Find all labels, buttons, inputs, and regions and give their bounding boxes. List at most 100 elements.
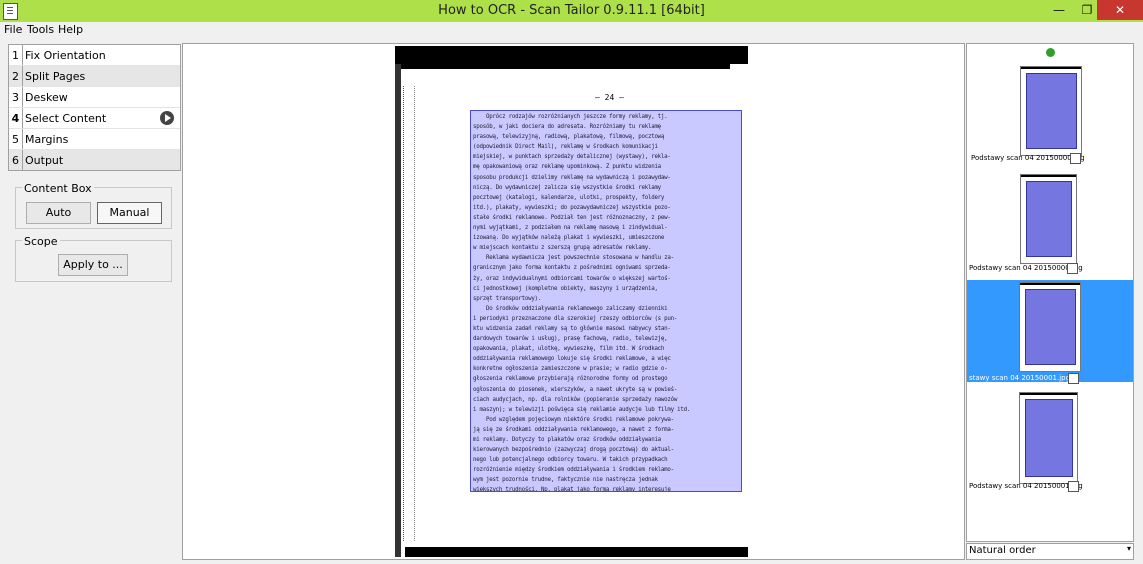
text-line: izowaną. Do wyjątków należą plakat i wyw… <box>473 235 665 242</box>
scroll-up-icon[interactable] <box>1046 48 1055 57</box>
text-line: ją się ze środkami oddziaływania reklamo… <box>473 426 674 433</box>
page-text: Oprócz rodzajów rozróżnianych jeszcze fo… <box>471 111 741 492</box>
text-line: mę opakowaniową oraz reklamę upominkową.… <box>473 164 661 171</box>
text-line: w miejscach kontaktu z szerszą grupą adr… <box>473 245 652 252</box>
thumbnail-item[interactable]: Podstawy scan 04 20150000.jpg <box>967 172 1133 274</box>
scan-border <box>395 46 748 64</box>
page-thumbnail <box>1019 392 1078 484</box>
text-line: głoszenia reklamowe przybierają różnorod… <box>473 376 668 383</box>
sort-order-select[interactable]: Natural order ▾ <box>966 543 1134 560</box>
scan-edge <box>403 86 415 541</box>
title-bar: How to OCR - Scan Tailor 0.9.11.1 [64bit… <box>0 0 1143 22</box>
text-line: miejskiej, w punktach sprzedaży detalicz… <box>473 154 671 161</box>
step-deskew[interactable]: 3 Deskew <box>9 87 180 108</box>
page-options-icon[interactable] <box>1070 153 1081 164</box>
scan-border <box>395 64 401 557</box>
text-line: granicznym jako forma kontaktu z pośredn… <box>473 265 671 272</box>
chevron-down-icon: ▾ <box>1126 544 1131 553</box>
scanned-page: – 24 – Oprócz rodzajów rozróżnianych jes… <box>395 46 748 557</box>
page-thumbnail <box>1020 66 1082 156</box>
page-thumbnail <box>1020 174 1077 264</box>
text-line: i periodyki przeznaczone dla szerokiej r… <box>473 315 678 322</box>
text-line: i maszyn); w telewizji poświęca się rekl… <box>473 406 691 413</box>
text-line: prasową, telewizyjną, radiową, plakatową… <box>473 134 665 141</box>
step-number: 3 <box>9 87 23 107</box>
content-box-selection[interactable]: Oprócz rodzajów rozróżnianych jeszcze fo… <box>470 110 742 492</box>
text-line: stałe środki reklamowe. Podział ten jest… <box>473 214 671 221</box>
text-line: opakowania, plakat, ulotkę, wywieszkę, f… <box>473 346 665 353</box>
step-number: 5 <box>9 129 23 149</box>
text-line: niczą. Do wydawniczej zalicza się wszyst… <box>473 184 661 191</box>
auto-button[interactable]: Auto <box>26 202 91 224</box>
text-line: Do środków oddziaływania reklamowego zal… <box>473 305 668 312</box>
step-label: Margins <box>25 133 69 146</box>
text-line: ci jednostkowej (kompletne obiekty, masz… <box>473 285 658 292</box>
thumbnail-caption: Podstawy scan 04 20150000.jpg <box>971 154 1085 162</box>
menu-help[interactable]: Help <box>58 23 83 36</box>
scope-title: Scope <box>22 235 60 248</box>
scan-border <box>405 547 748 557</box>
step-label: Fix Orientation <box>25 49 106 62</box>
page-options-icon[interactable] <box>1068 481 1079 492</box>
text-line: Oprócz rodzajów rozróżnianych jeszcze fo… <box>473 114 668 120</box>
thumbnail-caption: Podstawy scan 04 20150000.jpg <box>969 264 1083 272</box>
thumbnail-item-selected[interactable]: stawy scan 04 20150001.jpg <box>967 280 1133 384</box>
content-box-group: Content Box Auto Manual <box>15 182 172 229</box>
text-line: nego lub potencjalnego odbiorcy towaru. … <box>473 457 668 464</box>
thumbnail-caption: stawy scan 04 20150001.jpg <box>969 374 1071 382</box>
menu-tools[interactable]: Tools <box>27 23 54 36</box>
page-options-icon[interactable] <box>1067 263 1078 274</box>
text-line: oddziaływania reklamowego lokuje się śro… <box>473 356 671 363</box>
text-line: kierowanych bezpośrednio (zazwyczaj drog… <box>473 447 674 454</box>
text-line: sposób, w jaki dociera do adresata. Rozr… <box>473 124 661 131</box>
text-line: rozróżnienie między środkiem oddziaływan… <box>473 467 674 474</box>
text-line: Pod względem pojęciowym niektóre środki … <box>473 416 674 423</box>
sort-order-value: Natural order <box>969 545 1036 556</box>
scan-border <box>395 64 730 69</box>
step-fix-orientation[interactable]: 1 Fix Orientation <box>9 45 180 66</box>
apply-to-button[interactable]: Apply to ... <box>58 254 128 276</box>
thumbnail-item[interactable]: Podstawy scan 04 20150001.jpg <box>967 390 1133 492</box>
thumbnail-item[interactable]: Podstawy scan 04 20150000.jpg <box>967 64 1133 164</box>
thumbnail-list[interactable]: Podstawy scan 04 20150000.jpg Podstawy s… <box>966 43 1134 542</box>
text-line: ciach audycjach, np. dla rolników (popie… <box>473 396 678 403</box>
step-label: Output <box>25 154 64 167</box>
minimize-button[interactable]: — <box>1045 0 1073 20</box>
step-number: 6 <box>9 150 23 170</box>
text-line: sposobu produkcji dzielimy reklamę na wy… <box>473 174 671 181</box>
menu-file[interactable]: File <box>4 23 22 36</box>
text-line: ktu widzenia zadań reklamy są to głównie… <box>473 325 671 332</box>
text-line: nymi wyjątkami, z podziałem na reklamę m… <box>473 225 668 232</box>
step-number: 1 <box>9 45 23 65</box>
scope-group: Scope Apply to ... <box>15 235 172 282</box>
step-number: 4 <box>9 108 23 128</box>
processing-steps-list: 1 Fix Orientation 2 Split Pages 3 Deskew… <box>8 44 181 171</box>
text-line: (odpowiednik Direct Mail), reklamę w śro… <box>473 144 658 151</box>
step-label: Split Pages <box>25 70 86 83</box>
thumbnail-caption: Podstawy scan 04 20150001.jpg <box>969 482 1083 490</box>
menu-bar: File Tools Help <box>0 22 1143 40</box>
step-margins[interactable]: 5 Margins <box>9 129 180 150</box>
play-icon[interactable] <box>160 111 174 125</box>
image-viewport[interactable]: – 24 – Oprócz rodzajów rozróżnianych jes… <box>182 43 965 560</box>
step-label: Select Content <box>25 112 107 125</box>
text-line: pocztowej (katalogi, kalendarze, ulotki,… <box>473 194 665 201</box>
step-output[interactable]: 6 Output <box>9 150 180 170</box>
page-options-icon[interactable] <box>1068 373 1079 384</box>
text-line: dardowych towarów i usług), prasę fachow… <box>473 336 668 343</box>
page-number: – 24 – <box>595 93 624 102</box>
step-split-pages[interactable]: 2 Split Pages <box>9 66 180 87</box>
text-line: mi reklamy. Dotyczy to plakatów oraz śro… <box>473 437 661 443</box>
step-number: 2 <box>9 66 23 86</box>
text-line: ży, oraz indywidualnymi odbiorcami towar… <box>473 275 671 282</box>
close-button[interactable]: ✕ <box>1097 0 1143 20</box>
text-line: konkretne ogłoszenia zamieszczone w pras… <box>473 366 668 373</box>
text-line: większych trudności. Np. plakat jako for… <box>473 487 671 492</box>
text-line: wym jest pozornie trudne, faktycznie nie… <box>473 477 658 484</box>
text-line: itd.), plakaty, wywieszki; do pozawydawn… <box>473 204 671 211</box>
page-thumbnail <box>1019 282 1081 372</box>
step-label: Deskew <box>25 91 68 104</box>
manual-button[interactable]: Manual <box>97 202 162 224</box>
text-line: Reklama wydawnicza jest powszechnie stos… <box>473 255 674 262</box>
step-select-content[interactable]: 4 Select Content <box>9 108 180 129</box>
